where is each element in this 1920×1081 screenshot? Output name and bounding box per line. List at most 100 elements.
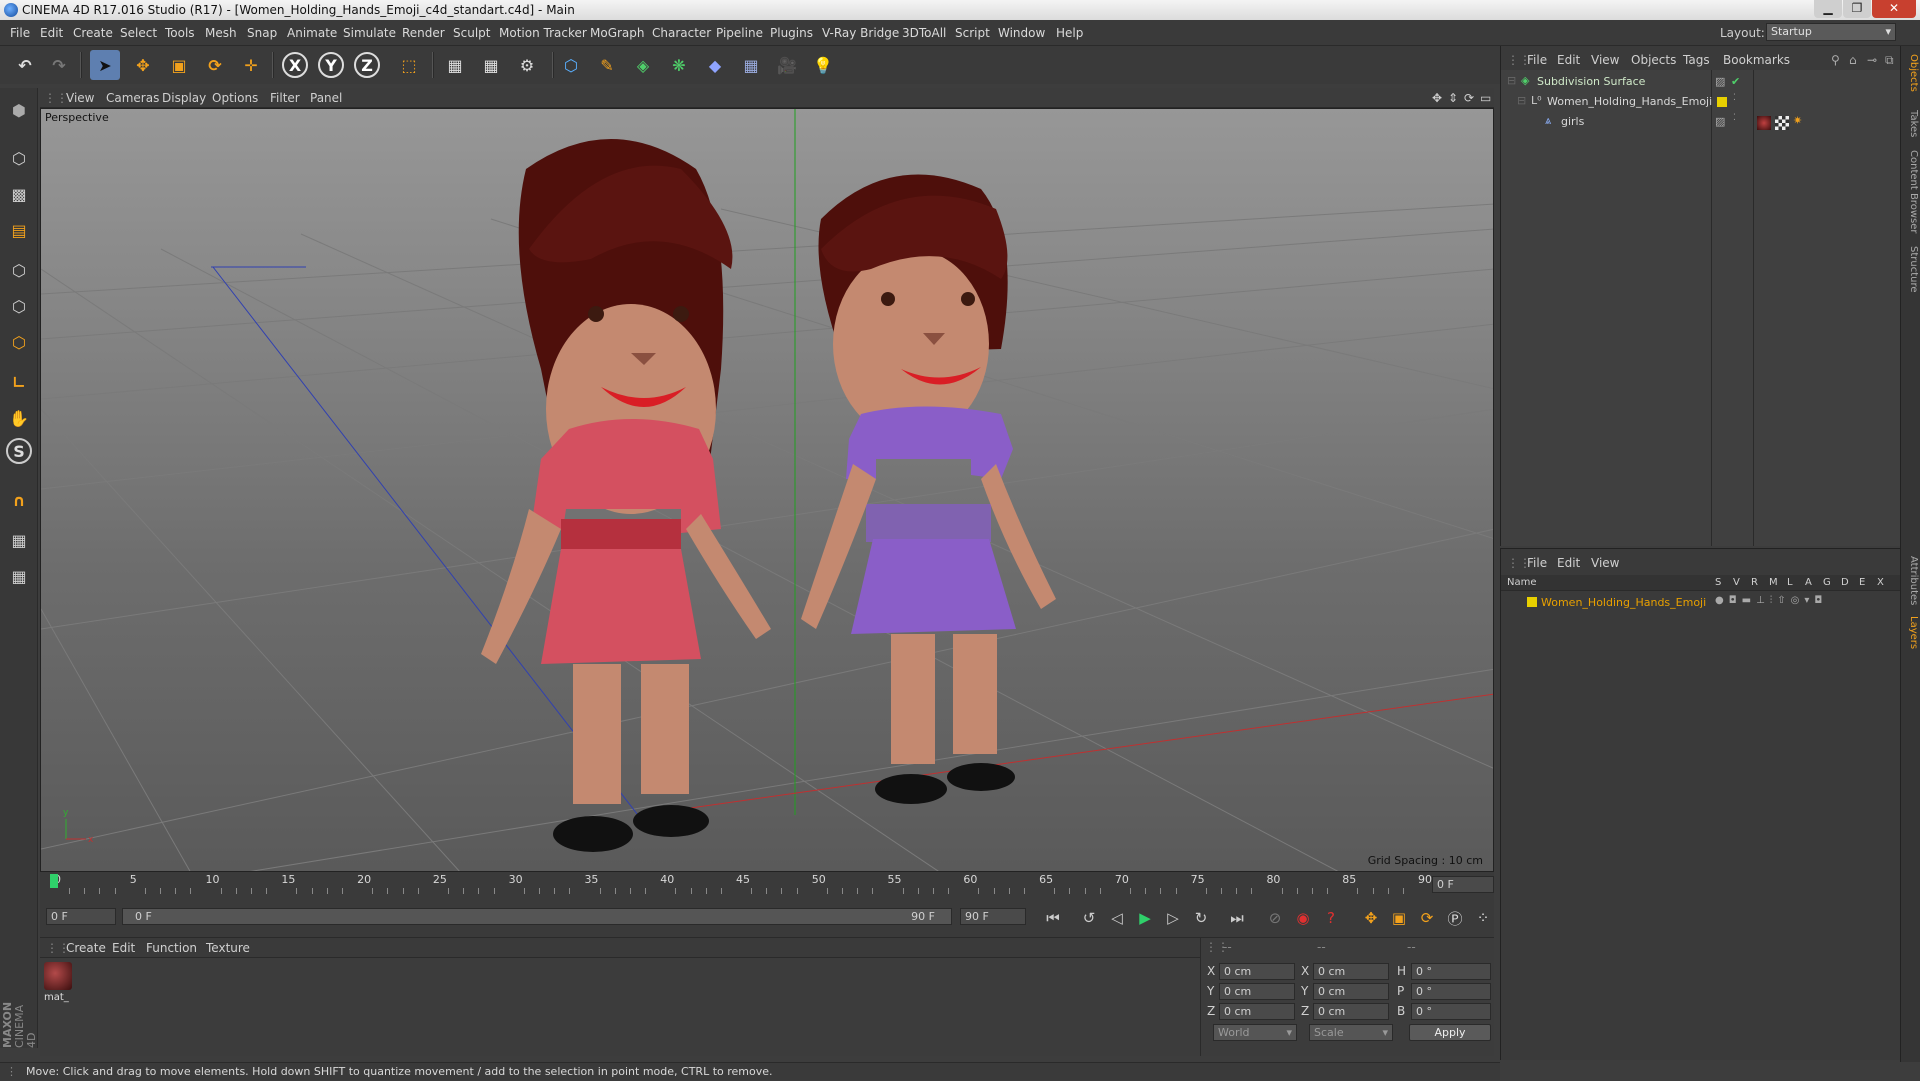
key-parameter-icon[interactable]: Ⓟ xyxy=(1442,906,1468,930)
layer-toggles-icons[interactable]: ●◘▬⊥⫶⇧◎▾◘ xyxy=(1715,595,1827,606)
axis-mode-icon[interactable]: ∟ xyxy=(3,366,35,398)
object-row[interactable]: ⊟ ◈ Subdivision Surface ▨ ✔ xyxy=(1501,72,1901,92)
edges-mode-icon[interactable]: ⬡ xyxy=(3,290,35,322)
make-editable-icon[interactable]: ⬢ xyxy=(3,94,35,126)
minimize-button[interactable]: ▁ xyxy=(1814,0,1842,18)
x-axis-icon[interactable]: X xyxy=(282,52,308,78)
new-window-icon[interactable]: ⧉ xyxy=(1885,53,1894,68)
subdivision-icon[interactable]: ◈ xyxy=(628,50,658,80)
visibility-dots-icon[interactable]: ⁚ xyxy=(1733,93,1736,103)
menu-script[interactable]: Script xyxy=(955,26,990,40)
record-icon[interactable]: ◉ xyxy=(1290,906,1316,930)
menu-mesh[interactable]: Mesh xyxy=(205,26,237,40)
close-button[interactable]: ✕ xyxy=(1872,0,1916,18)
redo-icon[interactable]: ↷ xyxy=(44,50,74,80)
layer-row[interactable]: Women_Holding_Hands_Emoji ●◘▬⊥⫶⇧◎▾◘ xyxy=(1501,593,1901,613)
rotate-icon[interactable]: ⟳ xyxy=(200,50,230,80)
menu-animate[interactable]: Animate xyxy=(287,26,337,40)
coord-size-y-field[interactable]: 0 cm xyxy=(1313,983,1389,1000)
previous-key-icon[interactable]: ↺ xyxy=(1076,906,1102,930)
coord-mode-select[interactable]: World ▾ xyxy=(1213,1024,1297,1041)
tab-objects[interactable]: Objects xyxy=(1903,54,1919,92)
render-settings-icon[interactable]: ⚙ xyxy=(512,50,542,80)
coord-rot-b-field[interactable]: 0 ° xyxy=(1411,1003,1491,1020)
viewport-menu-display[interactable]: Display xyxy=(162,91,206,105)
edit-toggle-icon[interactable]: ▨ xyxy=(1715,115,1725,128)
coord-pos-z-field[interactable]: 0 cm xyxy=(1219,1003,1295,1020)
key-position-icon[interactable]: ✥ xyxy=(1358,906,1384,930)
menu-simulate[interactable]: Simulate xyxy=(343,26,396,40)
coord-rot-h-field[interactable]: 0 ° xyxy=(1411,963,1491,980)
scale-icon[interactable]: ▣ xyxy=(164,50,194,80)
key-pla-icon[interactable]: ⁘ xyxy=(1470,906,1496,930)
y-axis-icon[interactable]: Y xyxy=(318,52,344,78)
menu-window[interactable]: Window xyxy=(998,26,1045,40)
home-icon[interactable]: ⌂ xyxy=(1849,53,1857,67)
coord-size-x-field[interactable]: 0 cm xyxy=(1313,963,1389,980)
viewport-zoom-icon[interactable]: ⇕ xyxy=(1448,91,1458,105)
viewport-menu-options[interactable]: Options xyxy=(212,91,258,105)
render-view-icon[interactable]: ▦ xyxy=(440,50,470,80)
material-menu-edit[interactable]: Edit xyxy=(112,941,135,955)
object-menu-tags[interactable]: Tags xyxy=(1683,53,1710,67)
menu-tools[interactable]: Tools xyxy=(165,26,195,40)
tab-structure[interactable]: Structure xyxy=(1903,246,1919,293)
magnet-icon[interactable]: ∩ xyxy=(3,484,35,516)
live-select-icon[interactable]: ✛ xyxy=(236,50,266,80)
maximize-button[interactable]: ❐ xyxy=(1843,0,1871,18)
viewport-maximize-icon[interactable]: ▭ xyxy=(1480,91,1491,105)
render-picture-viewer-icon[interactable]: ▦ xyxy=(476,50,506,80)
layout-select[interactable]: Startup ▾ xyxy=(1766,23,1896,41)
layer-menu-view[interactable]: View xyxy=(1591,556,1619,570)
polygons-mode-icon[interactable]: ⬡ xyxy=(3,326,35,358)
menu-edit[interactable]: Edit xyxy=(40,26,63,40)
menu-help[interactable]: Help xyxy=(1056,26,1083,40)
light-icon[interactable]: 💡 xyxy=(808,50,838,80)
menu-file[interactable]: File xyxy=(10,26,30,40)
mograph-cloner-icon[interactable]: ❋ xyxy=(664,50,694,80)
object-menu-edit[interactable]: Edit xyxy=(1557,53,1580,67)
key-scale-icon[interactable]: ▣ xyxy=(1386,906,1412,930)
pen-spline-icon[interactable]: ✎ xyxy=(592,50,622,80)
play-icon[interactable]: ▶ xyxy=(1132,906,1158,930)
object-menu-view[interactable]: View xyxy=(1591,53,1619,67)
workplane-icon[interactable]: ▤ xyxy=(3,214,35,246)
autokey-icon[interactable]: ? xyxy=(1318,906,1344,930)
snap-icon[interactable]: S xyxy=(6,438,32,464)
select-arrow-icon[interactable]: ➤ xyxy=(90,50,120,80)
material-menu-texture[interactable]: Texture xyxy=(206,941,250,955)
object-row[interactable]: ⊟ L⁰ Women_Holding_Hands_Emoji ⁚ xyxy=(1501,92,1901,112)
step-forward-icon[interactable]: ▷ xyxy=(1160,906,1186,930)
phong-tag-icon[interactable]: ✷ xyxy=(1793,114,1802,127)
texture-mode-icon[interactable]: ▩ xyxy=(3,178,35,210)
current-frame-field[interactable]: 0 F xyxy=(1432,876,1494,893)
coordinate-system-icon[interactable]: ⬚ xyxy=(394,50,424,80)
material-name[interactable]: mat_ xyxy=(44,992,69,1003)
object-row[interactable]: ⩓ girls ▨ ⁚ ✷ xyxy=(1501,112,1901,132)
coord-pos-y-field[interactable]: 0 cm xyxy=(1219,983,1295,1000)
points-mode-icon[interactable]: ⬡ xyxy=(3,254,35,286)
visibility-dots-icon[interactable]: ⁚ xyxy=(1733,113,1736,123)
layer-menu-file[interactable]: File xyxy=(1527,556,1547,570)
object-name[interactable]: girls xyxy=(1561,115,1584,128)
next-key-icon[interactable]: ↻ xyxy=(1188,906,1214,930)
coord-size-z-field[interactable]: 0 cm xyxy=(1313,1003,1389,1020)
menu-3dtoall[interactable]: 3DToAll xyxy=(902,26,946,40)
apply-button[interactable]: Apply xyxy=(1409,1024,1491,1041)
edit-toggle-icon[interactable]: ▨ xyxy=(1715,75,1725,88)
goto-end-icon[interactable]: ⏭ xyxy=(1224,906,1250,930)
menu-sculpt[interactable]: Sculpt xyxy=(453,26,490,40)
viewport-menu-panel[interactable]: Panel xyxy=(310,91,342,105)
tab-content-browser[interactable]: Content Browser xyxy=(1903,150,1919,233)
z-axis-icon[interactable]: Z xyxy=(354,52,380,78)
record-disabled-icon[interactable]: ⊘ xyxy=(1262,906,1288,930)
object-menu-file[interactable]: File xyxy=(1527,53,1547,67)
material-tag-icon[interactable] xyxy=(1757,116,1771,130)
3d-viewport[interactable]: y x Perspective Grid Spacing : 10 cm xyxy=(40,108,1494,872)
material-menu-function[interactable]: Function xyxy=(146,941,197,955)
viewport-menu-cameras[interactable]: Cameras xyxy=(106,91,159,105)
end-frame-field[interactable]: 90 F xyxy=(960,908,1026,925)
viewport-menu-view[interactable]: View xyxy=(66,91,94,105)
menu-motion-tracker[interactable]: Motion Tracker xyxy=(499,26,587,40)
menu-create[interactable]: Create xyxy=(73,26,113,40)
